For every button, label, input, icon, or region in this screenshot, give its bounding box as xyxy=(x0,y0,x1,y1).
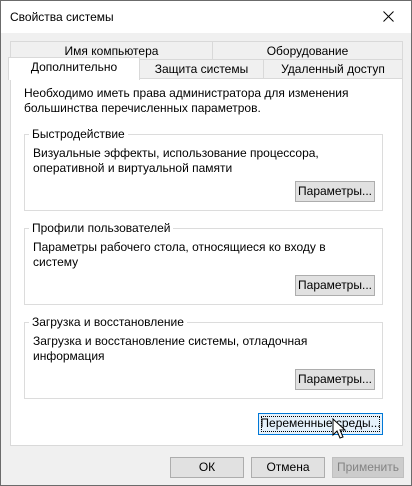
title-bar: Свойства системы xyxy=(1,1,411,33)
user-profiles-settings-button[interactable]: Параметры... xyxy=(295,275,375,296)
startup-recovery-group-title: Загрузка и восстановление xyxy=(29,315,187,329)
user-profiles-description: Параметры рабочего стола, относящиеся ко… xyxy=(33,240,326,269)
mouse-pointer-icon xyxy=(332,418,347,439)
apply-button[interactable]: Применить xyxy=(332,457,404,478)
performance-description: Визуальные эффекты, использование процес… xyxy=(33,146,319,175)
system-properties-dialog: Свойства системы Имя компьютера Оборудов… xyxy=(0,0,412,486)
environment-variables-button[interactable]: Переменные среды... xyxy=(258,413,383,435)
close-button[interactable] xyxy=(365,1,411,32)
startup-recovery-group: Загрузка и восстановление Загрузка и вос… xyxy=(24,315,383,399)
performance-group: Быстродействие Визуальные эффекты, испол… xyxy=(24,127,383,211)
window-title: Свойства системы xyxy=(10,10,114,24)
user-profiles-group: Профили пользователей Параметры рабочего… xyxy=(24,221,383,305)
cancel-button[interactable]: Отмена xyxy=(251,457,325,478)
startup-recovery-settings-button[interactable]: Параметры... xyxy=(295,369,375,390)
tab-remote-access[interactable]: Удаленный доступ xyxy=(263,59,403,79)
close-icon xyxy=(382,11,394,22)
ok-button[interactable]: ОК xyxy=(170,457,244,478)
tab-hardware[interactable]: Оборудование xyxy=(212,41,403,60)
startup-recovery-description: Загрузка и восстановление системы, отлад… xyxy=(33,334,308,363)
tab-system-protection[interactable]: Защита системы xyxy=(139,59,264,79)
admin-rights-notice: Необходимо иметь права администратора дл… xyxy=(24,86,349,115)
tab-advanced[interactable]: Дополнительно xyxy=(8,57,140,80)
user-profiles-group-title: Профили пользователей xyxy=(29,221,174,235)
performance-settings-button[interactable]: Параметры... xyxy=(295,181,375,202)
performance-group-title: Быстродействие xyxy=(29,127,128,141)
